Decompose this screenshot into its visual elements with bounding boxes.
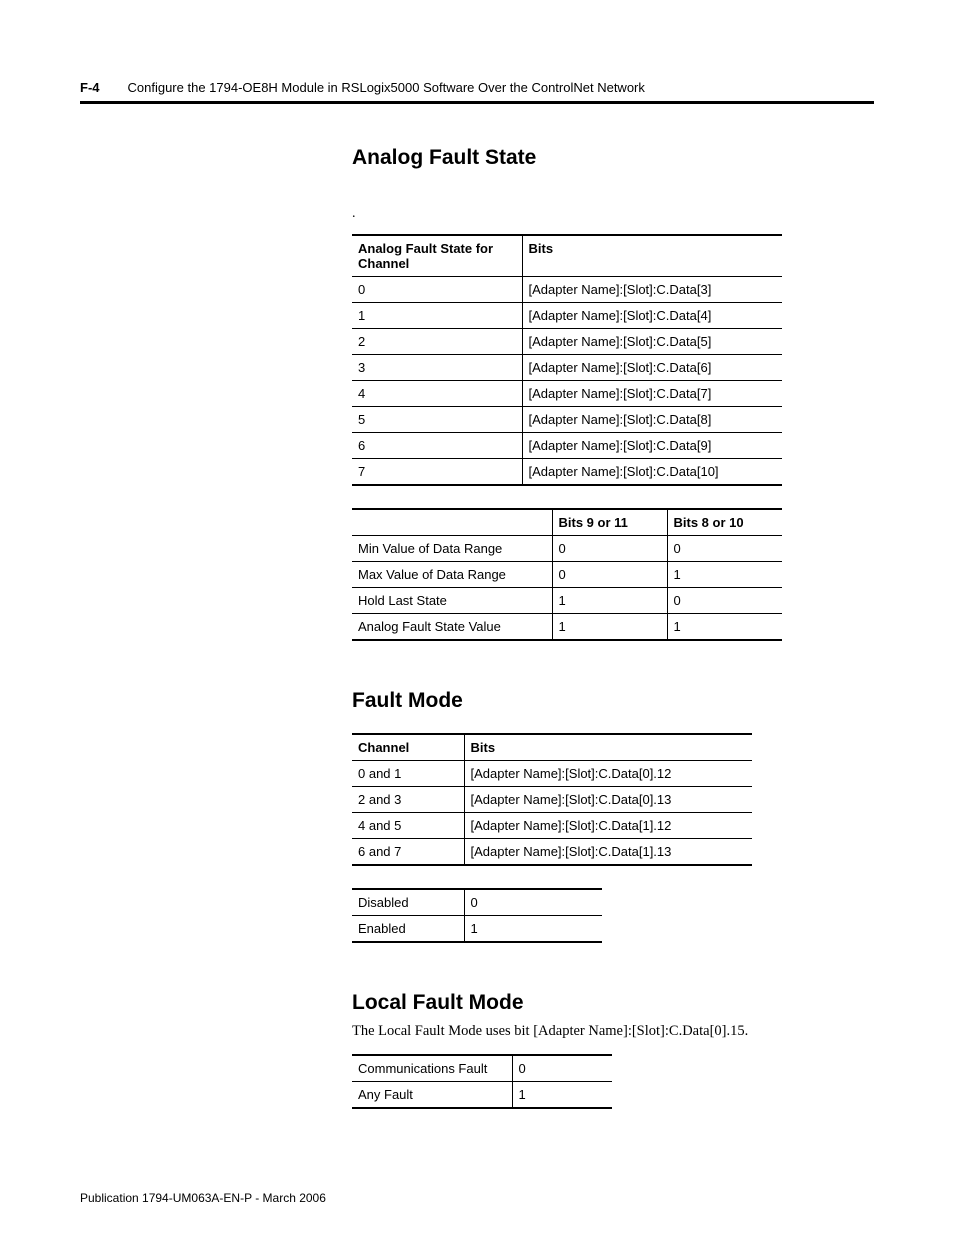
- cell-val: 1: [552, 614, 667, 641]
- running-header: F-4 Configure the 1794-OE8H Module in RS…: [80, 80, 874, 101]
- cell-val: 1: [552, 588, 667, 614]
- table-row: 7[Adapter Name]:[Slot]:C.Data[10]: [352, 459, 782, 486]
- cell-label: Max Value of Data Range: [352, 562, 552, 588]
- cell-channel: 1: [352, 303, 522, 329]
- cell-channel: 5: [352, 407, 522, 433]
- table-header-row: Bits 9 or 11 Bits 8 or 10: [352, 509, 782, 536]
- table-row: Min Value of Data Range00: [352, 536, 782, 562]
- cell-channel: 3: [352, 355, 522, 381]
- cell-label: Communications Fault: [352, 1055, 512, 1082]
- cell-val: 1: [512, 1082, 612, 1109]
- table-row: Communications Fault0: [352, 1055, 612, 1082]
- cell-label: Enabled: [352, 916, 464, 943]
- page-number: F-4: [80, 80, 100, 95]
- col-blank: [352, 509, 552, 536]
- section-fault-mode: Fault Mode Channel Bits 0 and 1[Adapter …: [352, 689, 874, 943]
- cell-bits: [Adapter Name]:[Slot]:C.Data[5]: [522, 329, 782, 355]
- heading-fault-mode: Fault Mode: [352, 689, 874, 713]
- cell-bits: [Adapter Name]:[Slot]:C.Data[1].13: [464, 839, 752, 866]
- table-afs-values: Bits 9 or 11 Bits 8 or 10 Min Value of D…: [352, 508, 782, 641]
- cell-bits: [Adapter Name]:[Slot]:C.Data[4]: [522, 303, 782, 329]
- cell-channel: 4 and 5: [352, 813, 464, 839]
- header-title: Configure the 1794-OE8H Module in RSLogi…: [128, 80, 645, 95]
- heading-local-fault-mode: Local Fault Mode: [352, 991, 874, 1015]
- table-row: 0[Adapter Name]:[Slot]:C.Data[3]: [352, 277, 782, 303]
- cell-bits: [Adapter Name]:[Slot]:C.Data[0].13: [464, 787, 752, 813]
- footer-publication: Publication 1794-UM063A-EN-P - March 200…: [80, 1191, 326, 1205]
- cell-bits: [Adapter Name]:[Slot]:C.Data[3]: [522, 277, 782, 303]
- cell-val: 0: [667, 536, 782, 562]
- cell-val: 0: [667, 588, 782, 614]
- cell-bits: [Adapter Name]:[Slot]:C.Data[10]: [522, 459, 782, 486]
- cell-label: Disabled: [352, 889, 464, 916]
- leading-dot: .: [352, 206, 874, 222]
- cell-channel: 7: [352, 459, 522, 486]
- cell-val: 1: [667, 562, 782, 588]
- table-header-row: Analog Fault State for Channel Bits: [352, 235, 782, 277]
- cell-label: Any Fault: [352, 1082, 512, 1109]
- cell-channel: 6: [352, 433, 522, 459]
- col-channel: Analog Fault State for Channel: [352, 235, 522, 277]
- cell-bits: [Adapter Name]:[Slot]:C.Data[9]: [522, 433, 782, 459]
- col-bits: Bits: [522, 235, 782, 277]
- table-row: Hold Last State10: [352, 588, 782, 614]
- cell-label: Min Value of Data Range: [352, 536, 552, 562]
- table-row: 6 and 7[Adapter Name]:[Slot]:C.Data[1].1…: [352, 839, 752, 866]
- cell-label: Hold Last State: [352, 588, 552, 614]
- table-row: Enabled1: [352, 916, 602, 943]
- table-row: 1[Adapter Name]:[Slot]:C.Data[4]: [352, 303, 782, 329]
- section-local-fault-mode: Local Fault Mode The Local Fault Mode us…: [352, 991, 874, 1109]
- cell-val: 0: [552, 562, 667, 588]
- col-channel: Channel: [352, 734, 464, 761]
- table-row: 4[Adapter Name]:[Slot]:C.Data[7]: [352, 381, 782, 407]
- page: F-4 Configure the 1794-OE8H Module in RS…: [0, 0, 954, 1235]
- table-header-row: Channel Bits: [352, 734, 752, 761]
- col-bits: Bits: [464, 734, 752, 761]
- cell-bits: [Adapter Name]:[Slot]:C.Data[7]: [522, 381, 782, 407]
- table-fm-enabled: Disabled0 Enabled1: [352, 888, 602, 943]
- cell-bits: [Adapter Name]:[Slot]:C.Data[8]: [522, 407, 782, 433]
- table-row: 2 and 3[Adapter Name]:[Slot]:C.Data[0].1…: [352, 787, 752, 813]
- table-fm-channels: Channel Bits 0 and 1[Adapter Name]:[Slot…: [352, 733, 752, 866]
- cell-val: 1: [464, 916, 602, 943]
- col-bits-9-11: Bits 9 or 11: [552, 509, 667, 536]
- cell-val: 0: [464, 889, 602, 916]
- cell-val: 0: [552, 536, 667, 562]
- cell-channel: 2: [352, 329, 522, 355]
- cell-channel: 6 and 7: [352, 839, 464, 866]
- cell-bits: [Adapter Name]:[Slot]:C.Data[0].12: [464, 761, 752, 787]
- cell-val: 0: [512, 1055, 612, 1082]
- table-row: Analog Fault State Value11: [352, 614, 782, 641]
- table-row: Disabled0: [352, 889, 602, 916]
- cell-channel: 4: [352, 381, 522, 407]
- table-row: 5[Adapter Name]:[Slot]:C.Data[8]: [352, 407, 782, 433]
- heading-analog-fault-state: Analog Fault State: [352, 146, 874, 170]
- table-afs-channels: Analog Fault State for Channel Bits 0[Ad…: [352, 234, 782, 486]
- cell-channel: 0: [352, 277, 522, 303]
- cell-bits: [Adapter Name]:[Slot]:C.Data[6]: [522, 355, 782, 381]
- table-row: 3[Adapter Name]:[Slot]:C.Data[6]: [352, 355, 782, 381]
- content-column: Analog Fault State . Analog Fault State …: [352, 104, 874, 1109]
- table-row: 6[Adapter Name]:[Slot]:C.Data[9]: [352, 433, 782, 459]
- table-row: 2[Adapter Name]:[Slot]:C.Data[5]: [352, 329, 782, 355]
- cell-bits: [Adapter Name]:[Slot]:C.Data[1].12: [464, 813, 752, 839]
- cell-label: Analog Fault State Value: [352, 614, 552, 641]
- body-local-fault-mode: The Local Fault Mode uses bit [Adapter N…: [352, 1023, 874, 1040]
- table-row: 0 and 1[Adapter Name]:[Slot]:C.Data[0].1…: [352, 761, 752, 787]
- cell-channel: 2 and 3: [352, 787, 464, 813]
- table-row: Max Value of Data Range01: [352, 562, 782, 588]
- table-row: 4 and 5[Adapter Name]:[Slot]:C.Data[1].1…: [352, 813, 752, 839]
- col-bits-8-10: Bits 8 or 10: [667, 509, 782, 536]
- table-row: Any Fault1: [352, 1082, 612, 1109]
- table-lfm: Communications Fault0 Any Fault1: [352, 1054, 612, 1109]
- cell-channel: 0 and 1: [352, 761, 464, 787]
- cell-val: 1: [667, 614, 782, 641]
